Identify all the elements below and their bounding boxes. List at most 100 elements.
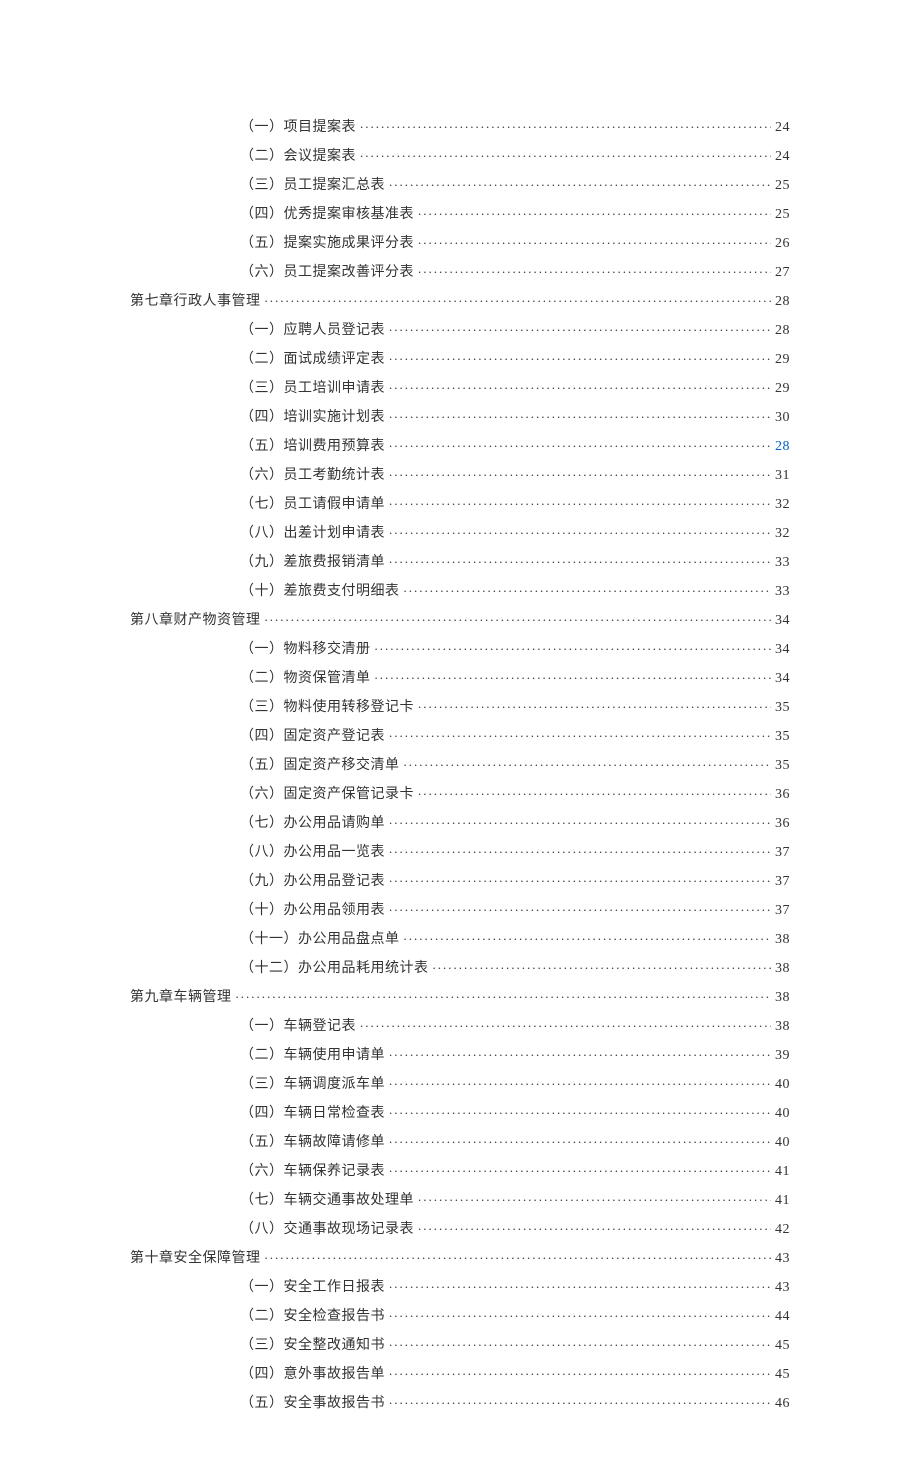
toc-entry-label: （六）员工提案改善评分表 bbox=[240, 266, 414, 280]
toc-entry[interactable]: （一）车辆登记表 38 bbox=[240, 1011, 790, 1040]
toc-entry[interactable]: （一）应聘人员登记表 28 bbox=[240, 315, 790, 344]
toc-entry[interactable]: （十二）办公用品耗用统计表 38 bbox=[240, 953, 790, 982]
toc-leader-dots bbox=[360, 146, 771, 160]
toc-entry-label: （一）应聘人员登记表 bbox=[240, 324, 385, 338]
toc-entry-page: 38 bbox=[775, 1020, 790, 1034]
toc-entry-page: 37 bbox=[775, 846, 790, 860]
toc-entry[interactable]: （四）优秀提案审核基准表 25 bbox=[240, 199, 790, 228]
toc-entry[interactable]: （二）车辆使用申请单 39 bbox=[240, 1040, 790, 1069]
toc-entry-label: （七）员工请假申请单 bbox=[240, 498, 385, 512]
toc-entry-label: （二）面试成绩评定表 bbox=[240, 353, 385, 367]
toc-entry[interactable]: （四）意外事故报告单 45 bbox=[240, 1359, 790, 1388]
toc-entry[interactable]: （三）车辆调度派车单 40 bbox=[240, 1069, 790, 1098]
toc-entry-page: 34 bbox=[775, 614, 790, 628]
toc-entry-page: 37 bbox=[775, 875, 790, 889]
toc-entry-page: 26 bbox=[775, 237, 790, 251]
toc-entry-page: 37 bbox=[775, 904, 790, 918]
toc-leader-dots bbox=[389, 1103, 771, 1117]
toc-leader-dots bbox=[265, 291, 772, 305]
toc-entry[interactable]: （一）项目提案表 24 bbox=[240, 112, 790, 141]
toc-entry-page: 38 bbox=[775, 933, 790, 947]
toc-entry[interactable]: （四）固定资产登记表 35 bbox=[240, 721, 790, 750]
toc-entry[interactable]: （三）安全整改通知书 45 bbox=[240, 1330, 790, 1359]
toc-entry[interactable]: （五）提案实施成果评分表 26 bbox=[240, 228, 790, 257]
toc-entry[interactable]: （九）办公用品登记表 37 bbox=[240, 866, 790, 895]
toc-entry-label: （六）车辆保养记录表 bbox=[240, 1165, 385, 1179]
toc-entry-page: 35 bbox=[775, 701, 790, 715]
toc-entry[interactable]: 第十章安全保障管理 43 bbox=[130, 1243, 790, 1272]
toc-entry-label: （十一）办公用品盘点单 bbox=[240, 933, 400, 947]
toc-entry-page: 24 bbox=[775, 121, 790, 135]
toc-entry[interactable]: 第九章车辆管理 38 bbox=[130, 982, 790, 1011]
toc-entry-label: （八）办公用品一览表 bbox=[240, 846, 385, 860]
toc-entry-label: （一）安全工作日报表 bbox=[240, 1281, 385, 1295]
toc-leader-dots bbox=[389, 842, 771, 856]
toc-entry[interactable]: （六）员工提案改善评分表 27 bbox=[240, 257, 790, 286]
toc-entry[interactable]: （二）会议提案表 24 bbox=[240, 141, 790, 170]
toc-leader-dots bbox=[360, 1016, 771, 1030]
toc-entry-page: 42 bbox=[775, 1223, 790, 1237]
toc-entry[interactable]: （十）办公用品领用表 37 bbox=[240, 895, 790, 924]
toc-entry[interactable]: （一）安全工作日报表 43 bbox=[240, 1272, 790, 1301]
toc-entry[interactable]: （二）面试成绩评定表 29 bbox=[240, 344, 790, 373]
toc-entry-page: 30 bbox=[775, 411, 790, 425]
toc-entry-page: 25 bbox=[775, 208, 790, 222]
toc-entry-label: （一）车辆登记表 bbox=[240, 1020, 356, 1034]
toc-leader-dots bbox=[418, 784, 771, 798]
toc-entry[interactable]: （三）物料使用转移登记卡 35 bbox=[240, 692, 790, 721]
toc-entry-page: 45 bbox=[775, 1368, 790, 1382]
toc-entry-label: （十）办公用品领用表 bbox=[240, 904, 385, 918]
toc-entry[interactable]: （七）车辆交通事故处理单 41 bbox=[240, 1185, 790, 1214]
toc-leader-dots bbox=[236, 987, 772, 1001]
toc-leader-dots bbox=[389, 436, 771, 450]
toc-leader-dots bbox=[418, 233, 771, 247]
toc-entry-label: （九）差旅费报销清单 bbox=[240, 556, 385, 570]
toc-leader-dots bbox=[389, 494, 771, 508]
toc-entry[interactable]: （三）员工提案汇总表 25 bbox=[240, 170, 790, 199]
toc-leader-dots bbox=[404, 581, 772, 595]
toc-entry[interactable]: （十）差旅费支付明细表 33 bbox=[240, 576, 790, 605]
toc-entry-label: （四）车辆日常检查表 bbox=[240, 1107, 385, 1121]
toc-entry[interactable]: （十一）办公用品盘点单 38 bbox=[240, 924, 790, 953]
toc-entry-page: 41 bbox=[775, 1194, 790, 1208]
toc-entry[interactable]: （五）固定资产移交清单 35 bbox=[240, 750, 790, 779]
toc-entry[interactable]: （一）物料移交清册 34 bbox=[240, 634, 790, 663]
toc-entry[interactable]: （八）交通事故现场记录表 42 bbox=[240, 1214, 790, 1243]
toc-entry-label: （五）提案实施成果评分表 bbox=[240, 237, 414, 251]
toc-entry[interactable]: （七）办公用品请购单 36 bbox=[240, 808, 790, 837]
toc-leader-dots bbox=[389, 175, 771, 189]
toc-entry[interactable]: （五）培训费用预算表 28 bbox=[240, 431, 790, 460]
toc-leader-dots bbox=[375, 668, 772, 682]
toc-entry[interactable]: （六）员工考勤统计表 31 bbox=[240, 460, 790, 489]
toc-entry-label: （八）出差计划申请表 bbox=[240, 527, 385, 541]
toc-entry[interactable]: 第八章财产物资管理 34 bbox=[130, 605, 790, 634]
toc-leader-dots bbox=[389, 1364, 771, 1378]
toc-entry-page: 43 bbox=[775, 1281, 790, 1295]
toc-entry-label: 第九章车辆管理 bbox=[130, 991, 232, 1005]
toc-entry[interactable]: （八）出差计划申请表 32 bbox=[240, 518, 790, 547]
toc-entry[interactable]: （四）车辆日常检查表 40 bbox=[240, 1098, 790, 1127]
toc-leader-dots bbox=[389, 1045, 771, 1059]
toc-entry[interactable]: （七）员工请假申请单 32 bbox=[240, 489, 790, 518]
toc-entry-page: 32 bbox=[775, 527, 790, 541]
toc-entry[interactable]: （五）车辆故障请修单 40 bbox=[240, 1127, 790, 1156]
toc-entry[interactable]: （二）安全检查报告书 44 bbox=[240, 1301, 790, 1330]
toc-leader-dots bbox=[404, 929, 772, 943]
toc-entry-page: 25 bbox=[775, 179, 790, 193]
toc-entry[interactable]: （五）安全事故报告书 46 bbox=[240, 1388, 790, 1417]
toc-entry[interactable]: （六）固定资产保管记录卡 36 bbox=[240, 779, 790, 808]
toc-entry-label: （四）意外事故报告单 bbox=[240, 1368, 385, 1382]
toc-entry-label: （四）培训实施计划表 bbox=[240, 411, 385, 425]
toc-leader-dots bbox=[418, 1219, 771, 1233]
toc-entry[interactable]: （九）差旅费报销清单 33 bbox=[240, 547, 790, 576]
toc-entry[interactable]: （三）员工培训申请表 29 bbox=[240, 373, 790, 402]
toc-leader-dots bbox=[389, 320, 771, 334]
toc-entry-label: （四）固定资产登记表 bbox=[240, 730, 385, 744]
toc-leader-dots bbox=[389, 871, 771, 885]
toc-entry[interactable]: （四）培训实施计划表 30 bbox=[240, 402, 790, 431]
toc-entry-page: 24 bbox=[775, 150, 790, 164]
toc-entry[interactable]: （六）车辆保养记录表 41 bbox=[240, 1156, 790, 1185]
toc-entry[interactable]: （二）物资保管清单 34 bbox=[240, 663, 790, 692]
toc-entry[interactable]: （八）办公用品一览表 37 bbox=[240, 837, 790, 866]
toc-entry[interactable]: 第七章行政人事管理 28 bbox=[130, 286, 790, 315]
